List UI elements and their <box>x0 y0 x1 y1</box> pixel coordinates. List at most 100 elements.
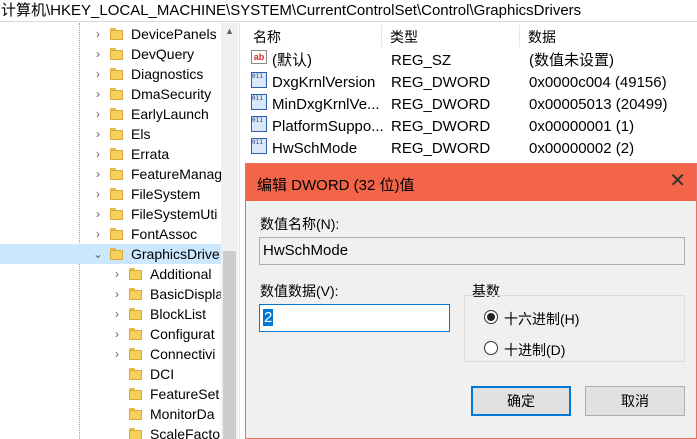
binary-value-icon: 011 110 <box>251 138 267 154</box>
chevron-right-icon[interactable]: › <box>111 344 123 364</box>
dialog-title-bar[interactable]: 编辑 DWORD (32 位)值 ✕ <box>246 164 696 201</box>
tree-item-label: FileSystemUti <box>131 206 218 222</box>
ok-button[interactable]: 确定 <box>471 386 571 416</box>
list-item-type: REG_DWORD <box>391 118 491 135</box>
chevron-right-icon[interactable]: › <box>111 264 123 284</box>
chevron-right-icon[interactable]: › <box>111 324 123 344</box>
list-item-type: REG_DWORD <box>391 140 491 157</box>
pane-divider[interactable] <box>239 23 240 439</box>
chevron-right-icon[interactable]: › <box>92 164 104 184</box>
tree-item[interactable]: › FeatureManag <box>0 164 238 184</box>
folder-icon <box>110 108 123 120</box>
tree-item[interactable]: › DevicePanels <box>0 24 238 44</box>
tree-item[interactable]: › FileSystemUti <box>0 204 238 224</box>
value-data-input[interactable]: 2 <box>259 304 450 332</box>
tree-item[interactable]: ScaleFacto <box>0 424 238 439</box>
tree-item[interactable]: FeatureSet <box>0 384 238 404</box>
tree-item[interactable]: › FontAssoc <box>0 224 238 244</box>
cancel-button[interactable]: 取消 <box>585 386 685 416</box>
list-item-data: 0x0000c004 (49156) <box>529 74 667 91</box>
binary-value-icon: 011 110 <box>251 94 267 110</box>
list-item-data: 0x00005013 (20499) <box>529 96 668 113</box>
chevron-right-icon[interactable]: › <box>92 144 104 164</box>
tree-item[interactable]: ⌄ GraphicsDrive <box>0 244 238 264</box>
folder-icon <box>110 188 123 200</box>
list-item[interactable]: ab (默认) REG_SZ (数值未设置) <box>241 50 697 72</box>
column-header-data[interactable]: 数据 <box>528 27 556 47</box>
folder-icon <box>110 168 123 180</box>
list-item[interactable]: 011 110 MinDxgKrnlVe... REG_DWORD 0x0000501… <box>241 94 697 116</box>
folder-icon <box>110 48 123 60</box>
radio-hex-label[interactable]: 十六进制(H) <box>504 309 579 329</box>
string-value-icon: ab <box>251 50 267 64</box>
chevron-right-icon[interactable]: › <box>92 124 104 144</box>
radio-dec-label[interactable]: 十进制(D) <box>504 340 565 360</box>
folder-icon <box>129 348 142 360</box>
column-header-name[interactable]: 名称 <box>253 27 281 47</box>
list-item-type: REG_DWORD <box>391 96 491 113</box>
tree-item-label: FontAssoc <box>131 226 198 242</box>
tree-item-label: Connectivi <box>150 346 216 362</box>
chevron-right-icon[interactable]: › <box>111 304 123 324</box>
tree-item-label: DevQuery <box>131 46 195 62</box>
tree-item-label: ScaleFacto <box>150 426 221 439</box>
chevron-right-icon[interactable]: › <box>92 24 104 44</box>
scroll-thumb[interactable] <box>223 251 236 439</box>
folder-icon <box>129 428 142 439</box>
chevron-right-icon[interactable]: › <box>92 44 104 64</box>
list-item[interactable]: 011 110 PlatformSuppo... REG_DWORD 0x000000… <box>241 116 697 138</box>
tree-item-label: BasicDispla <box>150 286 224 302</box>
folder-icon <box>129 288 142 300</box>
tree-item-label: Diagnostics <box>131 66 204 82</box>
tree-item[interactable]: › FileSystem <box>0 184 238 204</box>
tree-item[interactable]: › Additional <box>0 264 238 284</box>
chevron-right-icon[interactable]: › <box>92 204 104 224</box>
tree-item[interactable]: › Configurat <box>0 324 238 344</box>
edit-dword-dialog: 编辑 DWORD (32 位)值 ✕ 数值名称(N): HwSchMode 数值… <box>245 163 697 439</box>
folder-icon <box>110 68 123 80</box>
tree-item[interactable]: › EarlyLaunch <box>0 104 238 124</box>
tree-item[interactable]: DCI <box>0 364 238 384</box>
tree-item[interactable]: MonitorDa <box>0 404 238 424</box>
column-header-type[interactable]: 类型 <box>390 27 418 47</box>
tree-item[interactable]: › DmaSecurity <box>0 84 238 104</box>
tree-item[interactable]: › Connectivi <box>0 344 238 364</box>
tree-item[interactable]: › Diagnostics <box>0 64 238 84</box>
chevron-right-icon[interactable]: › <box>92 104 104 124</box>
value-data-text: 2 <box>263 309 274 326</box>
list-item-data: 0x00000001 (1) <box>529 118 635 135</box>
chevron-right-icon[interactable]: › <box>111 284 123 304</box>
chevron-right-icon[interactable]: › <box>92 184 104 204</box>
chevron-right-icon[interactable]: › <box>92 224 104 244</box>
list-item[interactable]: 011 110 DxgKrnlVersion REG_DWORD 0x0000c004… <box>241 72 697 94</box>
tree-scrollbar[interactable]: ▲ <box>221 23 238 439</box>
value-name-field[interactable]: HwSchMode <box>259 237 685 265</box>
list-item[interactable]: 011 110 HwSchMode REG_DWORD 0x00000002 (2) <box>241 138 697 160</box>
tree-item-label: FileSystem <box>131 186 201 202</box>
chevron-right-icon[interactable]: › <box>92 64 104 84</box>
close-icon[interactable]: ✕ <box>669 170 686 192</box>
folder-icon <box>110 128 123 140</box>
tree-item[interactable]: › Errata <box>0 144 238 164</box>
folder-icon <box>110 248 123 260</box>
tree-item[interactable]: › DevQuery <box>0 44 238 64</box>
value-name-label: 数值名称(N): <box>260 216 340 232</box>
tree-item[interactable]: › Els <box>0 124 238 144</box>
address-bar[interactable]: 计算机\HKEY_LOCAL_MACHINE\SYSTEM\CurrentCon… <box>0 0 697 22</box>
folder-icon <box>129 308 142 320</box>
tree-item[interactable]: › BasicDispla <box>0 284 238 304</box>
folder-icon <box>129 388 142 400</box>
radio-hex[interactable] <box>484 310 498 324</box>
folder-icon <box>129 408 142 420</box>
chevron-down-icon[interactable]: ⌄ <box>92 244 104 264</box>
tree-item[interactable]: › BlockList <box>0 304 238 324</box>
list-item-data: 0x00000002 (2) <box>529 140 635 157</box>
chevron-right-icon[interactable]: › <box>92 84 104 104</box>
tree-item-label: DmaSecurity <box>131 86 212 102</box>
folder-icon <box>110 208 123 220</box>
scroll-up-icon[interactable]: ▲ <box>221 23 238 40</box>
radio-dec[interactable] <box>484 341 498 355</box>
registry-tree[interactable]: › DevicePanels › DevQuery › Diagnostics › DmaSe… <box>0 23 238 439</box>
list-item-data: (数值未设置) <box>529 52 614 69</box>
tree-item-label: EarlyLaunch <box>131 106 209 122</box>
